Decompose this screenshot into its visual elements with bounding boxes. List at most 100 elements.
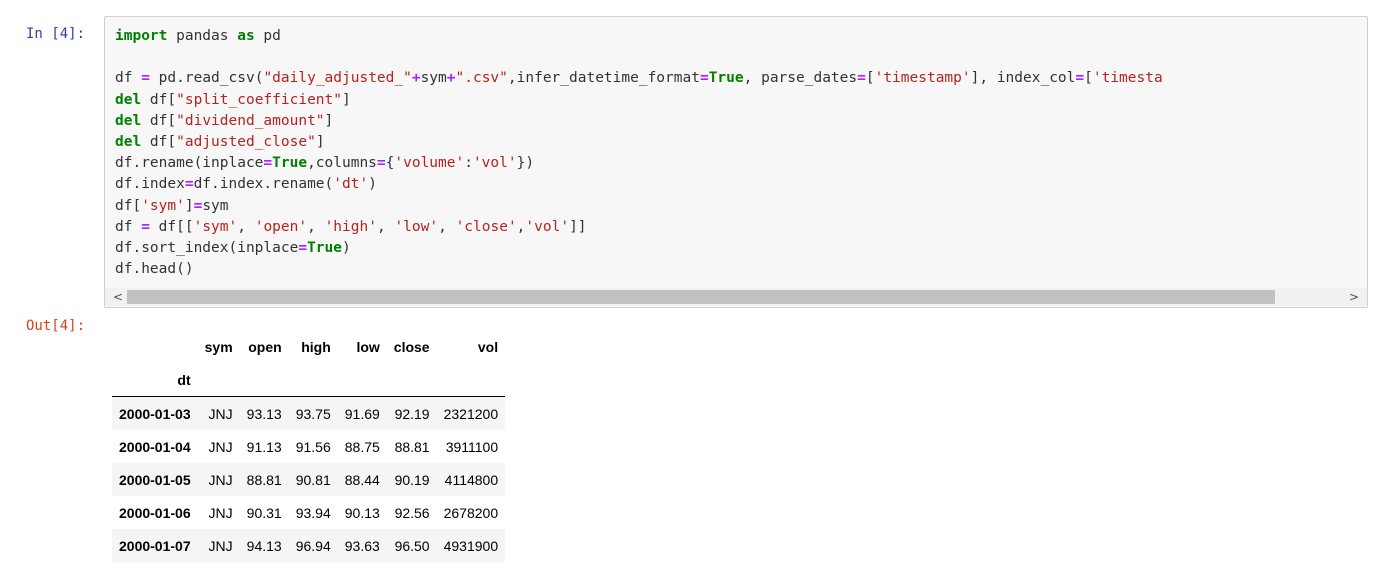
code-token: =	[141, 70, 150, 87]
code-token: df.sort_index(inplace	[115, 239, 299, 256]
input-prompt: In [4]:	[26, 26, 86, 42]
table-cell: 88.81	[246, 471, 282, 488]
table-cell: 94.13	[246, 537, 282, 554]
code-token: =	[376, 155, 386, 172]
code-token: 'volume'	[394, 155, 465, 172]
code-token: ]]	[569, 218, 587, 235]
code-token: 'vol'	[472, 155, 517, 172]
code-token: =	[857, 70, 866, 87]
code-token: ], index_col	[970, 70, 1076, 87]
row-index-cell: 2000-01-04	[119, 438, 191, 455]
dataframe-output-table: sym open high low close vol dt 2000-01-0…	[112, 330, 506, 562]
code-token: df.index.rename(	[193, 176, 334, 193]
code-token: as	[237, 28, 255, 44]
table-cell: 91.69	[344, 405, 380, 422]
code-token: =	[298, 239, 308, 256]
code-token: ".csv"	[455, 70, 508, 87]
code-token: ,columns	[307, 155, 377, 172]
code-editor[interactable]: import pandas as pd df = pd.read_csv("dai…	[115, 26, 1163, 280]
horizontal-scrollbar[interactable]: < >	[105, 288, 1367, 306]
scrollbar-thumb[interactable]	[127, 290, 1275, 304]
table-row: 2000-01-05 JNJ 88.81 90.81 88.44 90.19 4114800	[112, 463, 506, 496]
table-cell: 92.19	[394, 405, 430, 422]
code-token: df[	[141, 133, 177, 150]
code-token: +	[411, 70, 421, 87]
code-token: sym	[202, 197, 229, 214]
column-header-low: low	[356, 338, 380, 355]
code-token: =	[184, 176, 194, 193]
scroll-right-arrow-icon[interactable]: >	[1345, 288, 1363, 306]
code-cell-input[interactable]: import pandas as pd df = pd.read_csv("dai…	[104, 16, 1368, 308]
code-line: df.rename(inplace=True,columns={'volume'…	[115, 153, 1163, 174]
table-cell: JNJ	[208, 438, 233, 455]
table-row: 2000-01-06 JNJ 90.31 93.94 90.13 92.56 2678200	[112, 496, 505, 529]
scroll-left-arrow-icon[interactable]: <	[109, 288, 127, 306]
code-token: df[	[141, 112, 177, 129]
code-token: df[	[115, 197, 142, 214]
table-header-row: sym open high low close vol	[112, 330, 505, 363]
code-token: df.rename(inplace	[115, 155, 264, 172]
table-cell: 93.13	[246, 405, 282, 422]
table-cell: 3911100	[445, 438, 499, 455]
column-header-vol: vol	[477, 338, 499, 355]
code-token: "dividend_amount"	[176, 112, 325, 129]
code-token: del	[115, 91, 142, 108]
output-prompt: Out[4]:	[26, 318, 86, 334]
index-name-row: dt	[112, 363, 506, 397]
code-line: del df["adjusted_close"]	[115, 132, 1163, 153]
table-row: 2000-01-04 JNJ 91.13 91.56 88.75 88.81 3911100	[112, 430, 505, 463]
code-line: df.sort_index(inplace=True)	[115, 238, 1163, 259]
table-cell: 93.75	[295, 405, 331, 422]
table-cell: 91.56	[295, 438, 331, 455]
code-token: =	[263, 155, 273, 172]
header-blank-cell	[112, 330, 198, 363]
table-cell: 91.13	[246, 438, 282, 455]
code-token: import	[115, 28, 168, 44]
code-token: =	[1075, 70, 1085, 87]
code-token: df[	[141, 91, 177, 108]
code-token: df[[	[149, 218, 194, 235]
table-cell: 4114800	[444, 471, 499, 488]
row-index-cell: 2000-01-07	[119, 537, 191, 554]
table-cell: JNJ	[208, 537, 233, 554]
column-header-open: open	[248, 338, 282, 355]
code-token: 'open'	[254, 218, 308, 235]
code-token: })	[516, 155, 535, 172]
table-cell: 96.50	[394, 537, 430, 554]
code-token: ]	[315, 133, 325, 150]
code-token: 'close'	[455, 218, 517, 235]
table-cell: 93.94	[295, 504, 331, 521]
code-token: "daily_adjusted_"	[263, 70, 412, 87]
table-cell: 4931900	[443, 537, 499, 554]
table-cell: JNJ	[208, 471, 233, 488]
code-token: True	[708, 70, 744, 87]
table-cell: JNJ	[208, 504, 233, 521]
table-cell: 88.44	[344, 471, 380, 488]
code-token: sym	[420, 70, 447, 87]
code-line: df['sym']=sym	[115, 196, 1163, 217]
table-cell: 93.63	[344, 537, 380, 554]
code-token: ,	[376, 218, 395, 235]
code-line: df.head()	[115, 259, 1163, 280]
table-cell: 88.75	[344, 438, 380, 455]
code-token: del	[115, 112, 142, 129]
code-token: 'dt'	[333, 176, 369, 193]
code-token: ,infer_datetime_format	[507, 70, 700, 87]
code-token: =	[699, 70, 709, 87]
code-token: pandas	[167, 28, 238, 44]
code-token: 'low'	[394, 218, 439, 235]
code-line: import pandas as pd	[115, 26, 1163, 47]
table-row: 2000-01-03 JNJ 93.13 93.75 91.69 92.19 2321200	[112, 396, 506, 430]
code-token: ,	[438, 218, 456, 235]
table-cell: JNJ	[208, 405, 233, 422]
code-token: ,	[237, 218, 255, 235]
code-token: pd.read_csv(	[149, 70, 264, 87]
column-header-close: close	[393, 338, 430, 355]
code-token: )	[368, 176, 377, 193]
table-cell: 90.13	[344, 504, 380, 521]
column-header-sym: sym	[204, 338, 233, 355]
code-token: 'sym'	[141, 197, 185, 214]
code-token: ,	[307, 218, 325, 235]
code-token: ]	[342, 91, 351, 108]
